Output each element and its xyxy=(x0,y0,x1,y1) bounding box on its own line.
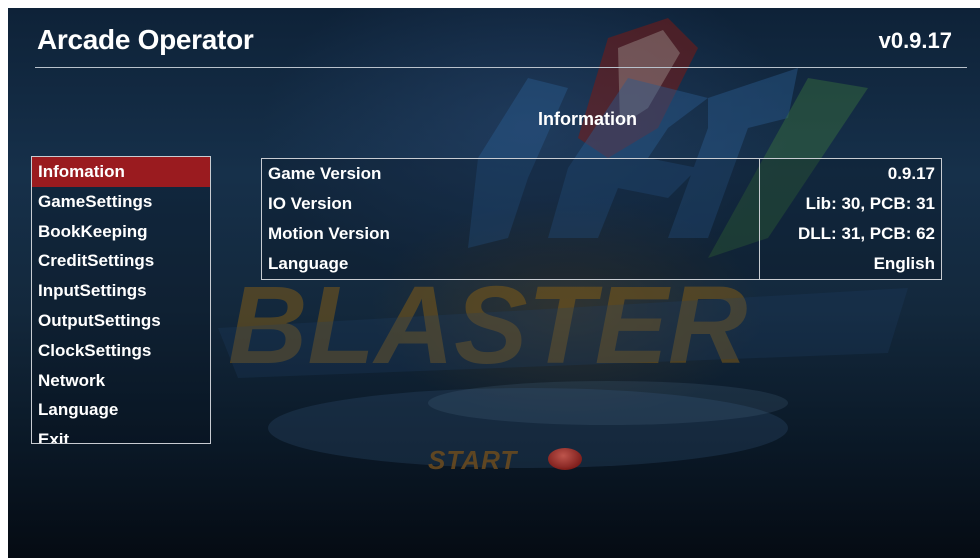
info-value: Lib: 30, PCB: 31 xyxy=(805,194,935,213)
app-title: Arcade Operator xyxy=(37,24,254,55)
settings-menu: Infomation GameSettings BookKeeping Cred… xyxy=(31,156,211,444)
arcade-operator-screen: BLASTER START Arcade Operator v0.9.17 In… xyxy=(8,8,980,558)
menu-item-outputsettings[interactable]: OutputSettings xyxy=(32,306,210,336)
menu-item-bookkeeping[interactable]: BookKeeping xyxy=(32,217,210,247)
start-button-icon xyxy=(548,448,582,470)
page-title: Information xyxy=(538,109,637,129)
info-key: Game Version xyxy=(268,164,382,183)
info-row-language: Language English xyxy=(262,249,941,279)
menu-item-gamesettings[interactable]: GameSettings xyxy=(32,187,210,217)
info-value: DLL: 31, PCB: 62 xyxy=(798,224,935,243)
menu-item-infomation[interactable]: Infomation xyxy=(32,157,210,187)
info-value: English xyxy=(873,254,935,273)
menu-item-clocksettings[interactable]: ClockSettings xyxy=(32,336,210,366)
info-value: 0.9.17 xyxy=(887,164,935,183)
menu-item-exit[interactable]: Exit xyxy=(32,425,210,443)
info-key: Language xyxy=(268,254,349,273)
menu-item-inputsettings[interactable]: InputSettings xyxy=(32,276,210,306)
information-table: Game Version 0.9.17 IO Version Lib: 30, … xyxy=(261,158,942,280)
header-divider xyxy=(35,67,967,68)
version-label: v0.9.17 xyxy=(878,28,952,53)
info-row-io-version: IO Version Lib: 30, PCB: 31 xyxy=(262,189,941,219)
menu-item-network[interactable]: Network xyxy=(32,366,210,396)
menu-item-language[interactable]: Language xyxy=(32,395,210,425)
info-row-motion-version: Motion Version DLL: 31, PCB: 62 xyxy=(262,219,941,249)
menu-item-creditsettings[interactable]: CreditSettings xyxy=(32,246,210,276)
info-key: IO Version xyxy=(268,194,353,213)
info-key: Motion Version xyxy=(268,224,390,243)
start-label: START xyxy=(428,445,518,475)
info-row-game-version: Game Version 0.9.17 xyxy=(262,159,941,189)
